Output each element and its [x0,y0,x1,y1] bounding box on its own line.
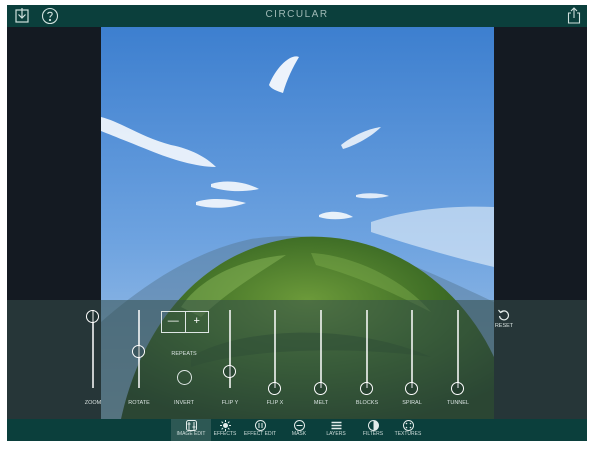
zoom-slider[interactable]: ZOOM [73,300,113,419]
image-edit-panel: — + REPEATS INVERT RESET ZOOM ROTATE FLIP … [7,300,587,419]
blocks-slider-track[interactable] [366,310,368,388]
tab-label: FILTERS [362,431,384,437]
tab-label: TEXTURES [394,431,422,437]
spiral-label: SPIRAL [402,400,422,406]
tab-layers[interactable]: LAYERS [316,419,356,441]
textures-icon [402,420,414,431]
repeats-plus-button[interactable]: + [186,312,209,332]
sliders-icon [185,420,197,431]
flip-x-slider-knob[interactable] [268,382,281,395]
effect-sliders-icon [254,420,266,431]
tab-effects[interactable]: EFFECTS [205,419,245,441]
zoom-label: ZOOM [84,400,102,406]
rotate-slider-knob[interactable] [132,344,145,358]
spiral-slider-track[interactable] [411,310,413,388]
tab-label: EFFECT EDIT [243,431,277,437]
flip-y-slider-knob[interactable] [223,364,236,378]
reset-icon [498,309,510,321]
blocks-slider[interactable]: BLOCKS [347,300,387,419]
invert-toggle[interactable] [177,370,192,385]
app-title: CIRCULAR [265,9,329,20]
zoom-slider-knob[interactable] [86,310,99,324]
flip-x-slider-track[interactable] [274,310,276,388]
tab-mask[interactable]: MASK [279,419,319,441]
invert-label: INVERT [173,400,195,406]
blocks-label: BLOCKS [355,400,379,406]
app-window: CIRCULAR — + REPEATS INVERT RESET ZOOM R… [7,5,587,441]
tab-textures[interactable]: TEXTURES [388,419,428,441]
share-icon[interactable] [565,7,583,25]
reset-button[interactable]: RESET [494,308,514,329]
tab-label: EFFECTS [213,431,237,437]
melt-slider-knob[interactable] [314,382,327,395]
tab-label: MASK [291,431,307,437]
flip-x-label: FLIP X [266,400,284,406]
sparkle-icon [219,420,231,431]
reset-label: RESET [494,323,514,329]
top-toolbar: CIRCULAR [7,5,587,27]
melt-label: MELT [313,400,329,406]
flip-y-slider[interactable]: FLIP Y [210,300,250,419]
mask-icon [293,420,305,431]
bottom-tabbar: IMAGE EDIT EFFECTS EFFECT EDIT MASK LAYERS FI… [7,419,587,441]
filters-icon [367,420,379,431]
flip-x-slider[interactable]: FLIP X [255,300,295,419]
spiral-slider[interactable]: SPIRAL [392,300,432,419]
repeats-minus-button[interactable]: — [162,312,186,332]
spiral-slider-knob[interactable] [405,382,418,395]
melt-slider-track[interactable] [320,310,322,388]
blocks-slider-knob[interactable] [360,382,373,395]
flip-y-label: FLIP Y [221,400,239,406]
tunnel-label: TUNNEL [446,400,469,406]
tunnel-slider-knob[interactable] [451,382,464,395]
tunnel-slider-track[interactable] [457,310,459,388]
tab-filters[interactable]: FILTERS [353,419,393,441]
melt-slider[interactable]: MELT [301,300,341,419]
layers-icon [331,421,341,430]
rotate-slider[interactable]: ROTATE [119,300,159,419]
tab-effect-edit[interactable]: EFFECT EDIT [240,419,280,441]
repeats-stepper[interactable]: — + [161,311,209,333]
tunnel-slider[interactable]: TUNNEL [438,300,478,419]
repeats-label: REPEATS [171,351,197,357]
tab-label: LAYERS [326,431,346,437]
rotate-label: ROTATE [128,400,150,406]
